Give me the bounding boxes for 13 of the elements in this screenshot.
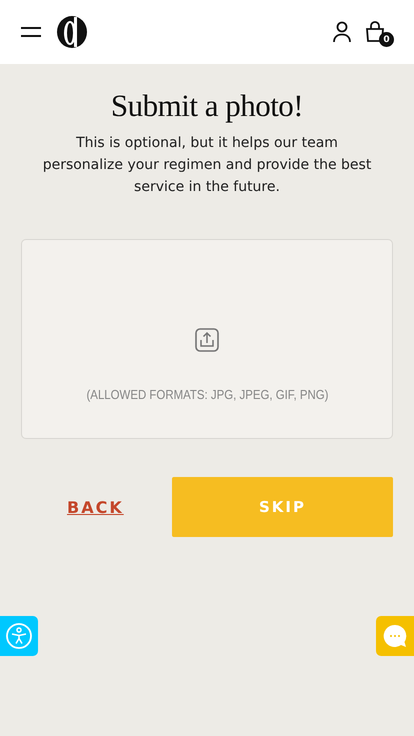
chat-bubble-icon bbox=[382, 623, 408, 649]
accessibility-icon bbox=[5, 622, 33, 650]
page-title: Submit a photo! bbox=[110, 88, 304, 124]
cart-count-badge: 0 bbox=[379, 32, 394, 47]
menu-icon[interactable] bbox=[20, 26, 42, 38]
description-text: This is optional, but it helps our team personalize your regimen and provide the best service in the future. bbox=[42, 134, 372, 197]
upload-icon bbox=[195, 328, 219, 352]
cart-button[interactable]: 0 bbox=[364, 17, 394, 47]
upload-area[interactable]: (ALLOWED FORMATS: JPG, JPEG, GIF, PNG) bbox=[21, 239, 393, 439]
back-link[interactable]: BACK bbox=[67, 494, 124, 520]
account-icon[interactable] bbox=[332, 21, 352, 43]
logo-icon[interactable] bbox=[56, 15, 88, 49]
allowed-formats-text: (ALLOWED FORMATS: JPG, JPEG, GIF, PNG) bbox=[86, 387, 328, 402]
